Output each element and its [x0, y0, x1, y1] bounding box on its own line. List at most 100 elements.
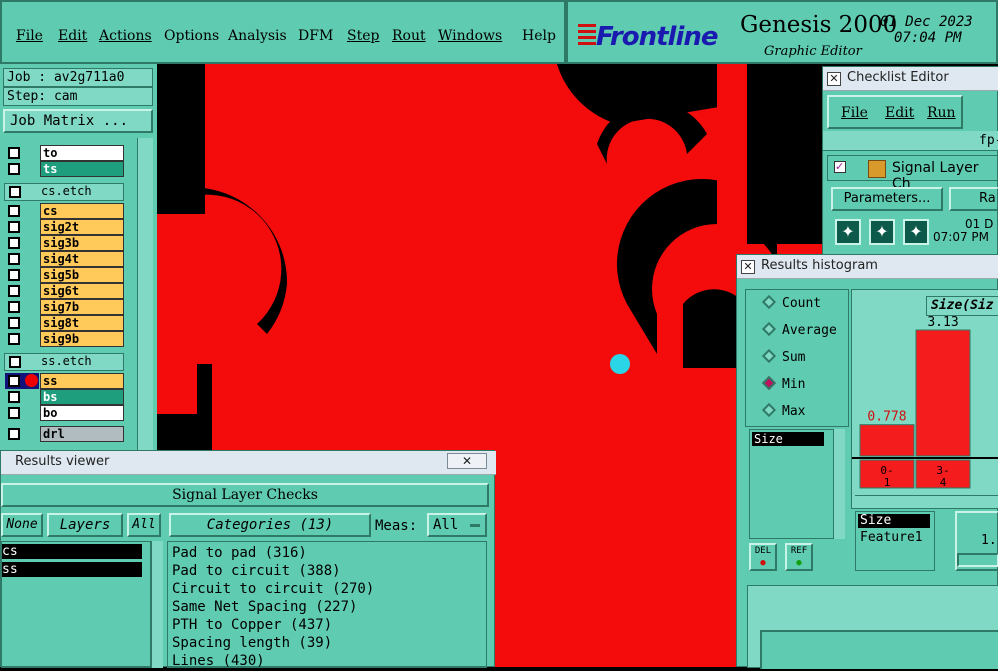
layer-row-sig7b[interactable]: sig7b — [5, 299, 125, 315]
layer-row-sig9b[interactable]: sig9b — [5, 331, 125, 347]
attribute-list[interactable]: Size — [749, 429, 845, 539]
viewer-titlebar: Results viewer ✕ — [1, 451, 496, 475]
dropdown-icon — [470, 524, 480, 527]
category-item[interactable]: PTH to Copper (437) — [172, 617, 332, 633]
mode-count[interactable]: Count — [761, 294, 821, 311]
layer-row-ss[interactable]: ss — [5, 373, 125, 389]
field-size[interactable]: Size — [858, 514, 930, 528]
menu-windows[interactable]: Windows — [438, 28, 502, 44]
checklist-menu-file[interactable]: File — [841, 105, 868, 121]
run-all-icon[interactable]: ✦ — [869, 219, 895, 245]
menu-actions[interactable]: Actions — [99, 28, 152, 44]
category-item[interactable]: Pad to circuit (388) — [172, 563, 341, 579]
layer-row-sig6t[interactable]: sig6t — [5, 283, 125, 299]
layer-row-bs[interactable]: bs — [5, 389, 125, 405]
layer-row-sig2t[interactable]: sig2t — [5, 219, 125, 235]
layer-checkbox[interactable] — [8, 163, 20, 175]
job-label: Job : av2g711a0 — [3, 68, 153, 87]
attribute-list-scrollbar[interactable] — [833, 429, 845, 539]
layer-checkbox[interactable] — [9, 186, 21, 198]
spin-slider[interactable] — [957, 553, 998, 567]
menu-options[interactable]: Options — [164, 28, 219, 44]
checklist-menu-run[interactable]: Run — [927, 105, 956, 121]
close-icon[interactable]: ✕ — [447, 453, 487, 469]
ref-button[interactable]: REF ● — [785, 543, 813, 571]
layer-name: ss — [40, 373, 124, 389]
result-layer-cs[interactable]: cs — [2, 544, 142, 559]
histogram-bar[interactable] — [915, 329, 971, 457]
menu-dfm[interactable]: DFM — [298, 28, 333, 44]
layer-row-sig4t[interactable]: sig4t — [5, 251, 125, 267]
checklist-menubar: File Edit Run — [827, 95, 963, 129]
mode-max[interactable]: Max — [761, 402, 805, 419]
spin-box[interactable]: 1. — [955, 511, 998, 571]
layer-row-ts[interactable]: ts — [5, 161, 125, 177]
layer-row-drl[interactable]: drl — [5, 426, 125, 442]
range-button[interactable]: Ra — [949, 187, 998, 211]
parameters-button[interactable]: Parameters... — [831, 187, 943, 211]
mode-min[interactable]: Min — [761, 375, 805, 392]
layer-checkbox[interactable] — [8, 407, 20, 419]
layer-checkbox[interactable] — [8, 253, 20, 265]
histogram-scrollbar[interactable] — [855, 495, 998, 507]
histogram-bar[interactable] — [859, 424, 915, 457]
layer-checkbox[interactable] — [8, 317, 20, 329]
field-feature[interactable]: Feature1 — [858, 530, 932, 545]
mode-average[interactable]: Average — [761, 321, 837, 338]
mode-sum[interactable]: Sum — [761, 348, 805, 365]
del-button[interactable]: DEL ● — [749, 543, 777, 571]
run-figure-icon[interactable]: ✦ — [835, 219, 861, 245]
layer-row-sig8t[interactable]: sig8t — [5, 315, 125, 331]
layer-row-sig5b[interactable]: sig5b — [5, 267, 125, 283]
mode-radio-group: Count Average Sum Min Max — [745, 289, 849, 427]
layer-checkbox[interactable] — [8, 333, 20, 345]
layer-row-ss-etch[interactable]: ss.etch — [4, 353, 124, 371]
category-item[interactable]: Circuit to circuit (270) — [172, 581, 374, 597]
frontline-logo: Frontline — [596, 22, 718, 52]
layer-panel: Job : av2g711a0 Step: cam Job Matrix ...… — [0, 64, 157, 464]
layer-checkbox[interactable] — [8, 285, 20, 297]
menu-rout[interactable]: Rout — [392, 28, 426, 44]
menu-step[interactable]: Step — [347, 28, 379, 44]
layer-checkbox[interactable] — [8, 391, 20, 403]
layer-row-to[interactable]: to — [5, 145, 125, 161]
menu-edit[interactable]: Edit — [58, 28, 87, 44]
layer-checkbox[interactable] — [8, 375, 20, 387]
layer-checkbox[interactable] — [8, 428, 20, 440]
main-menubar: File Edit Actions Options Analysis DFM S… — [0, 0, 566, 64]
layer-checkbox[interactable] — [8, 147, 20, 159]
layer-checkbox[interactable] — [8, 269, 20, 281]
stop-run-icon[interactable]: ✦ — [903, 219, 929, 245]
layer-row-cs-etch[interactable]: cs.etch — [4, 183, 124, 201]
layer-checkbox[interactable] — [8, 301, 20, 313]
close-icon[interactable]: ✕ — [741, 260, 755, 274]
meas-select[interactable]: All — [427, 513, 487, 537]
job-matrix-button[interactable]: Job Matrix ... — [3, 109, 153, 133]
menu-analysis[interactable]: Analysis — [228, 28, 287, 44]
layer-row-cs[interactable]: cs — [5, 203, 125, 219]
category-item[interactable]: Same Net Spacing (227) — [172, 599, 357, 615]
layer-row-sig3b[interactable]: sig3b — [5, 235, 125, 251]
layer-checkbox[interactable] — [8, 237, 20, 249]
checklist-menu-edit[interactable]: Edit — [885, 105, 914, 121]
none-button[interactable]: None — [1, 513, 43, 537]
menu-help[interactable]: Help — [522, 28, 556, 44]
layer-list-scrollbar[interactable] — [137, 138, 153, 464]
category-item[interactable]: Spacing length (39) — [172, 635, 332, 651]
menu-file[interactable]: File — [16, 28, 43, 44]
attribute-list-item[interactable]: Size — [752, 432, 824, 446]
checklist-item-row[interactable]: ✓ Signal Layer Ch — [827, 155, 998, 192]
result-layer-ss[interactable]: ss — [2, 562, 142, 577]
all-button[interactable]: All — [127, 513, 161, 537]
layer-list-scrollbar[interactable] — [151, 541, 163, 668]
close-icon[interactable]: ✕ — [827, 72, 841, 86]
layer-checkbox[interactable] — [9, 356, 21, 368]
histogram-bar-label: 3.13 — [927, 315, 958, 330]
check-icon[interactable]: ✓ — [834, 161, 846, 173]
layer-checkbox[interactable] — [8, 221, 20, 233]
layer-checkbox[interactable] — [8, 205, 20, 217]
viewer-title: Results viewer — [15, 454, 110, 469]
layer-row-bo[interactable]: bo — [5, 405, 125, 421]
results-histogram-window: ✕ Results histogram Count Average Sum Mi… — [736, 254, 998, 669]
category-item[interactable]: Pad to pad (316) — [172, 545, 307, 561]
